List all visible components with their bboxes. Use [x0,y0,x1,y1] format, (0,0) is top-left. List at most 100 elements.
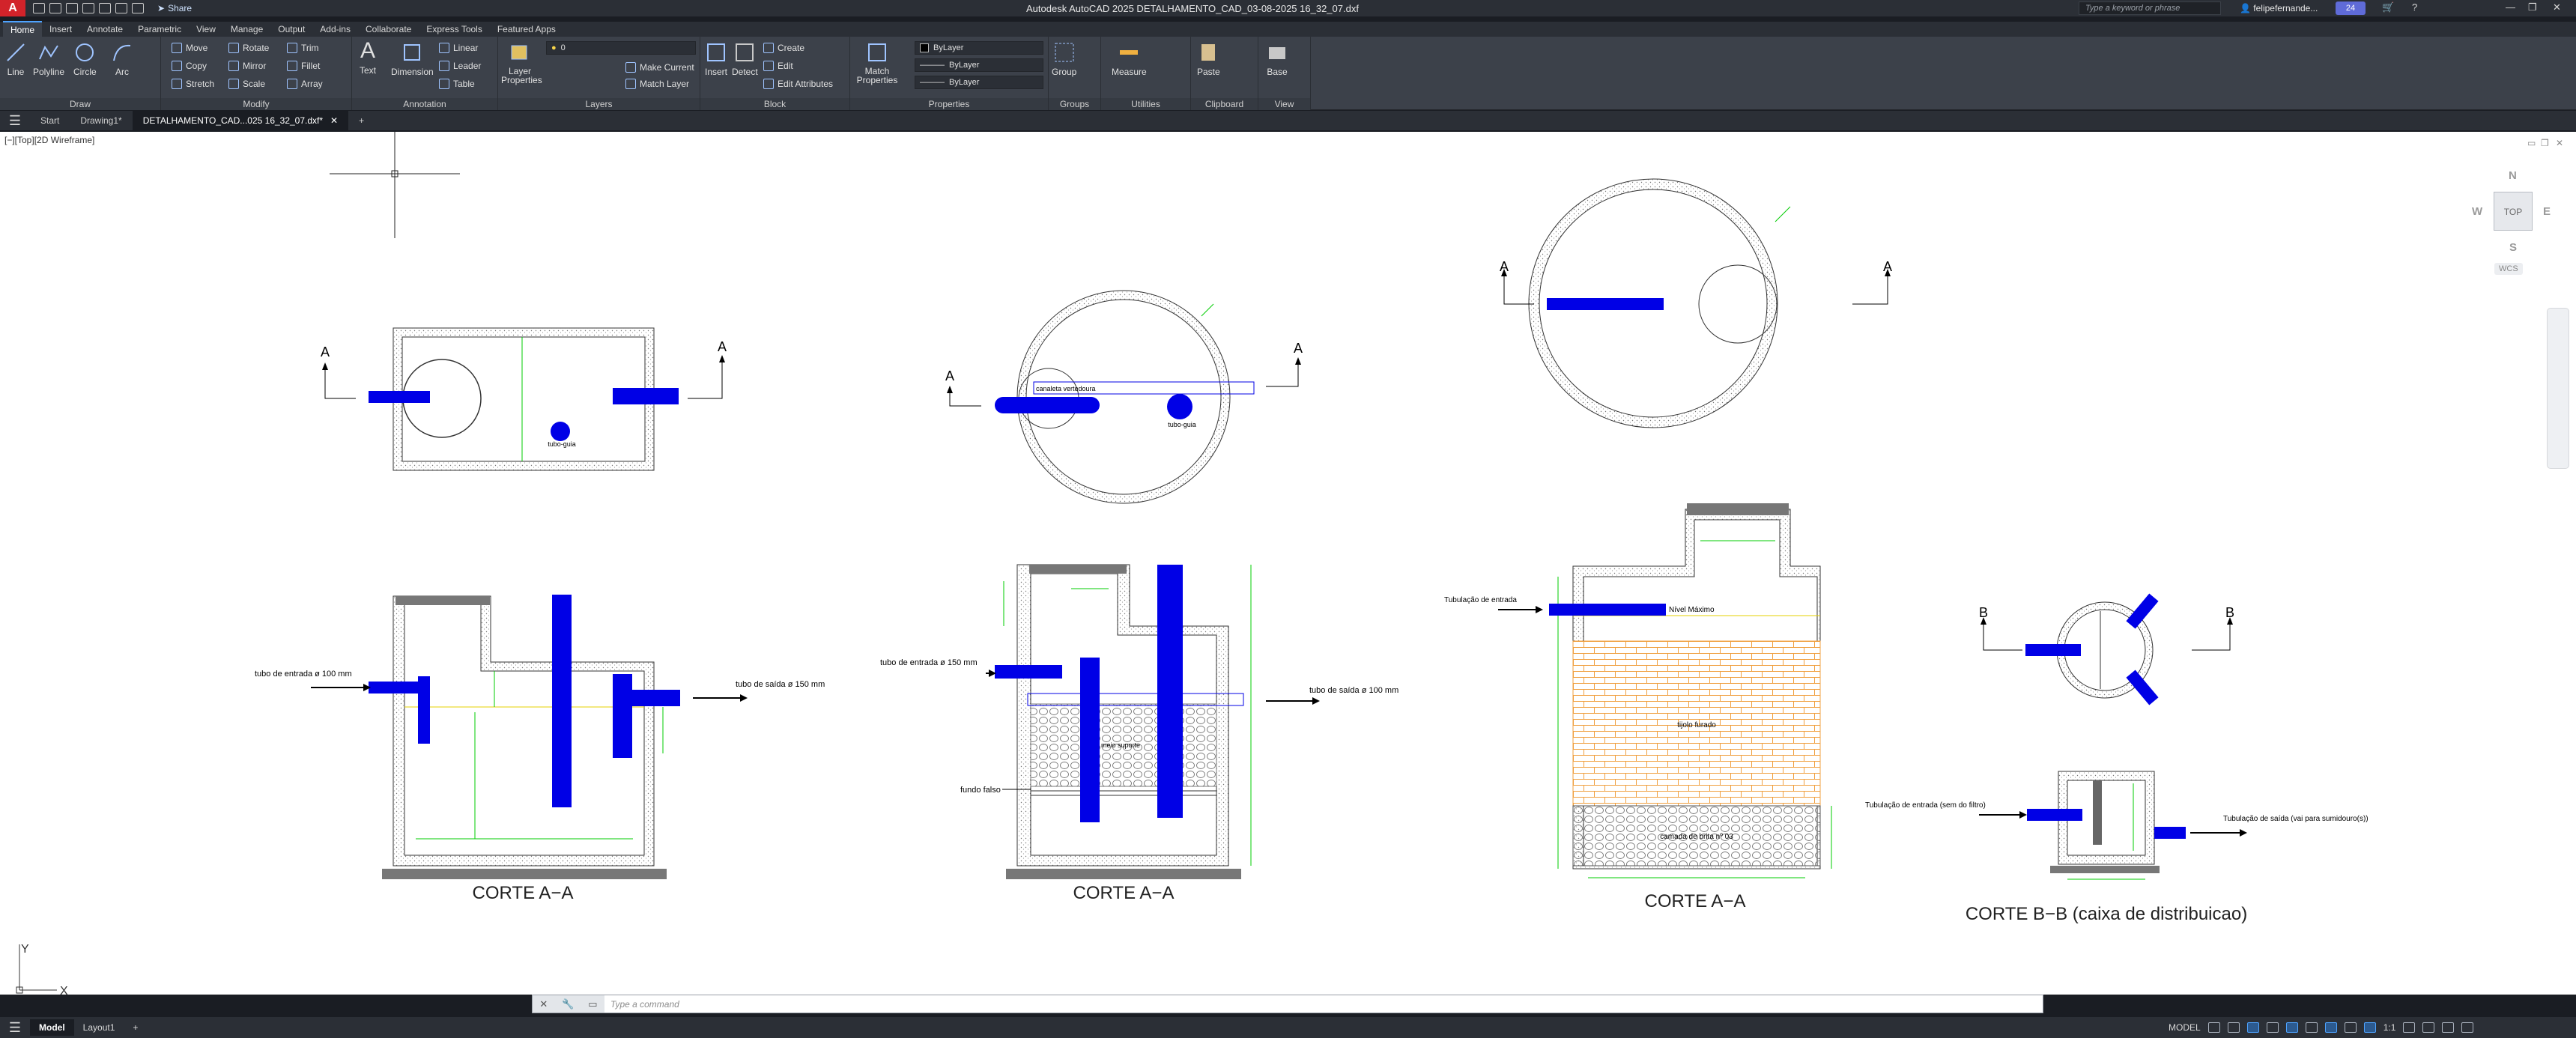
customization-icon[interactable] [2461,1022,2474,1033]
modify-panel-title[interactable]: Modify [161,98,351,110]
otrack-icon[interactable] [2305,1022,2318,1033]
rotate-button[interactable]: Rotate [228,43,269,53]
viewcube[interactable]: N W TOP E S WCS [2472,162,2554,289]
mirror-button[interactable]: Mirror [228,61,266,71]
tab-home[interactable]: Home [3,21,43,37]
scale-button[interactable]: Scale [228,79,265,89]
line-button[interactable]: Line [4,41,27,77]
annotation-panel-title[interactable]: Annotation [352,98,497,110]
share-button[interactable]: ➤ Share [157,3,192,13]
leader-button[interactable]: Leader [439,61,481,71]
make-current-button[interactable]: Make Current [625,62,694,73]
customize-icon[interactable]: 🔧 [562,998,574,1010]
layers-panel-title[interactable]: Layers [498,98,700,110]
cart-icon[interactable]: 🛒 [2382,1,2394,13]
clipboard-panel-title[interactable]: Clipboard [1191,98,1258,110]
tab-output[interactable]: Output [270,22,312,37]
workspace-gear-icon[interactable] [2403,1022,2416,1033]
color-dropdown[interactable]: ByLayer [915,41,1043,55]
edit-block-button[interactable]: Edit [763,61,793,71]
draw-panel-title[interactable]: Draw [0,98,160,110]
tab-layout1[interactable]: Layout1 [74,1019,124,1036]
layer-properties-button[interactable]: Layer Properties [501,41,542,85]
help-icon[interactable]: ? [2412,1,2417,13]
viewcube-north[interactable]: N [2509,169,2517,182]
measure-button[interactable]: Measure [1112,41,1147,77]
tab-express-tools[interactable]: Express Tools [419,22,489,37]
arc-button[interactable]: Arc [111,41,133,77]
circle-button[interactable]: Circle [73,41,97,77]
move-button[interactable]: Move [172,43,207,53]
layer-dropdown[interactable]: ● 0 [546,41,696,55]
redo-icon[interactable] [132,3,144,13]
command-input[interactable]: Type a command [604,999,679,1010]
fullscreen-icon[interactable] [2442,1022,2455,1033]
tab-model[interactable]: Model [30,1019,74,1036]
tab-annotate[interactable]: Annotate [79,22,130,37]
transparency-icon[interactable] [2344,1022,2357,1033]
restore-button[interactable]: ❐ [2528,1,2537,13]
create-block-button[interactable]: Create [763,43,804,53]
tab-start[interactable]: Start [30,111,70,130]
search-input[interactable]: Type a keyword or phrase [2079,1,2221,15]
undo-icon[interactable] [115,3,127,13]
group-button[interactable]: Group [1052,41,1076,77]
dimension-button[interactable]: Dimension [391,41,434,77]
tab-insert[interactable]: Insert [42,22,79,37]
groups-panel-title[interactable]: Groups [1049,98,1100,110]
minimize-button[interactable]: — [2506,1,2515,13]
match-properties-button[interactable]: Match Properties [856,41,898,85]
layout-menu-icon[interactable]: ☰ [0,1020,30,1036]
detect-button[interactable]: Detect [732,41,758,77]
annotation-visibility-icon[interactable] [2363,1022,2376,1033]
plot-icon[interactable] [99,3,111,13]
viewcube-west[interactable]: W [2472,205,2482,218]
tab-add-ins[interactable]: Add-ins [312,22,358,37]
polyline-button[interactable]: Polyline [33,41,64,77]
view-panel-title[interactable]: View [1258,98,1310,110]
linear-button[interactable]: Linear [439,43,478,53]
viewcube-east[interactable]: E [2543,205,2551,218]
properties-panel-title[interactable]: Properties [850,98,1048,110]
tab-view[interactable]: View [189,22,223,37]
match-layer-button[interactable]: Match Layer [625,79,689,89]
tab-drawing1[interactable]: Drawing1* [70,111,132,130]
ortho-icon[interactable] [2246,1022,2259,1033]
close-tab-icon[interactable]: ✕ [330,115,338,126]
array-button[interactable]: Array [287,79,323,89]
model-space-toggle[interactable]: MODEL [2169,1022,2201,1033]
linetype-dropdown[interactable]: ——— ByLayer [915,58,1043,72]
copy-button[interactable]: Copy [172,61,207,71]
tab-parametric[interactable]: Parametric [130,22,189,37]
user-account[interactable]: 👤 felipefernande... [2240,3,2318,13]
snap-icon[interactable] [2227,1022,2240,1033]
fillet-button[interactable]: Fillet [287,61,320,71]
table-button[interactable]: Table [439,79,475,89]
trial-clock-badge[interactable]: 24 [2336,1,2366,15]
viewcube-top-face[interactable]: TOP [2494,192,2533,231]
autocad-logo-icon[interactable]: A [0,0,25,16]
close-cmdline-icon[interactable]: ✕ [539,998,548,1010]
hamburger-menu-icon[interactable]: ☰ [0,113,30,129]
new-tab-button[interactable]: + [348,111,375,130]
lineweight-toggle-icon[interactable] [2324,1022,2337,1033]
save-as-icon[interactable] [82,3,94,13]
tab-active-drawing[interactable]: DETALHAMENTO_CAD...025 16_32_07.dxf* ✕ [132,111,349,130]
drawing-canvas[interactable]: [−][Top][2D Wireframe] ▭ ❐ ✕ A A tubo-gu… [0,132,2576,995]
annotation-scale[interactable]: 1:1 [2383,1022,2396,1033]
save-icon[interactable] [66,3,78,13]
stretch-button[interactable]: Stretch [172,79,214,89]
wcs-dropdown[interactable]: WCS [2494,263,2523,275]
block-panel-title[interactable]: Block [700,98,849,110]
add-layout-button[interactable]: + [124,1019,147,1036]
isolate-icon[interactable] [2422,1022,2435,1033]
tab-manage[interactable]: Manage [223,22,270,37]
polar-icon[interactable] [2266,1022,2279,1033]
paste-button[interactable]: Paste [1197,41,1220,77]
insert-button[interactable]: Insert [705,41,727,77]
edit-attributes-button[interactable]: Edit Attributes [763,79,833,89]
text-button[interactable]: A Text [357,40,379,76]
open-file-icon[interactable] [49,3,61,13]
base-button[interactable]: Base [1266,41,1288,77]
close-button[interactable]: ✕ [2553,1,2561,13]
